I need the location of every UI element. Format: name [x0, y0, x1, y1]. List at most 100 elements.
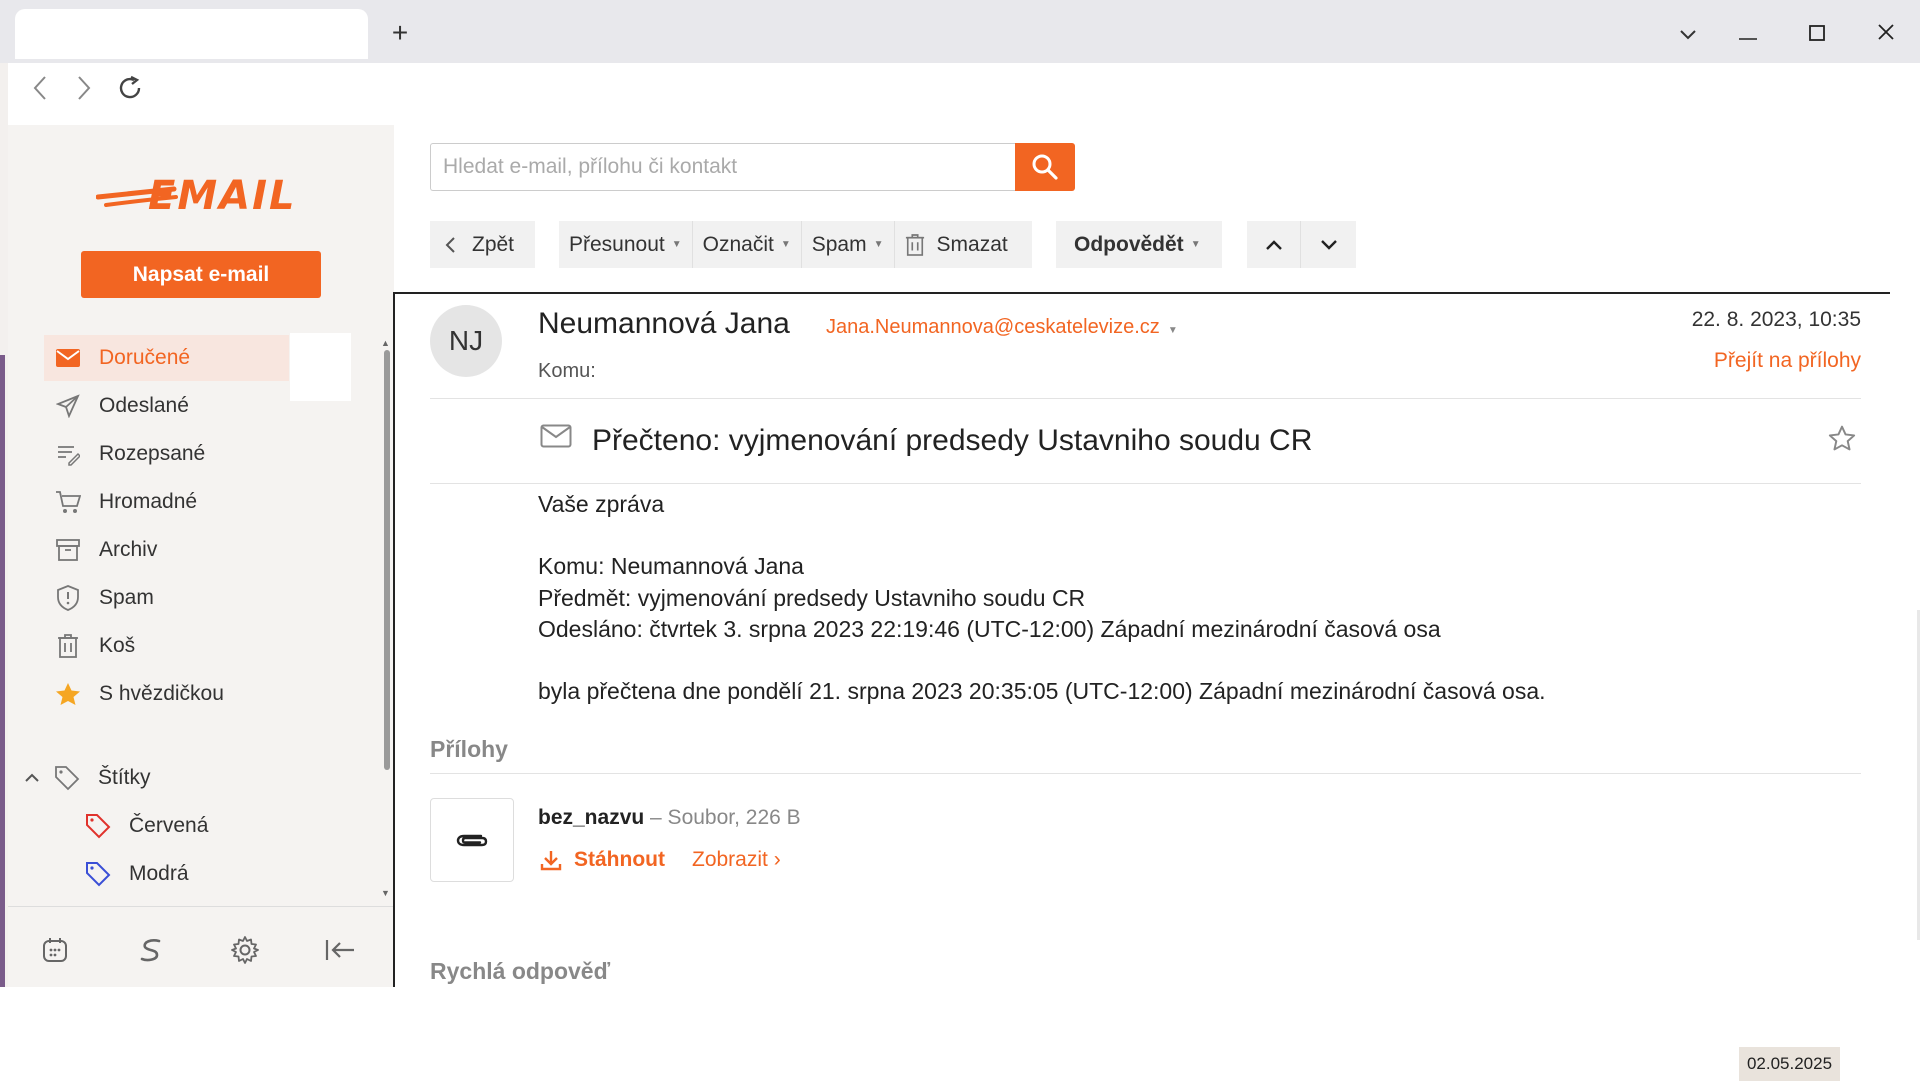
reply-group: Odpovědět ▼	[1056, 221, 1222, 268]
attachment-info: bez_nazvu – Soubor, 226 B	[538, 806, 801, 830]
sidebar-item-label: Hromadné	[99, 490, 198, 513]
tag-item-red[interactable]: Červená	[74, 803, 319, 849]
attachment-meta: – Soubor, 226 B	[650, 806, 801, 829]
tag-icon	[52, 763, 82, 793]
sidebar-item-starred[interactable]: S hvězdičkou	[44, 671, 289, 717]
compose-button[interactable]: Napsat e-mail	[81, 251, 321, 298]
sidebar-item-inbox[interactable]: Doručené	[44, 335, 289, 381]
sidebar-item-trash[interactable]: Koš	[44, 623, 289, 669]
sender-email[interactable]: Jana.Neumannova@ceskatelevize.cz ▼	[826, 316, 1178, 339]
body-line: Odesláno: čtvrtek 3. srpna 2023 22:19:46…	[538, 616, 1441, 642]
toolbar-back-group: Zpět	[430, 221, 535, 268]
calendar-icon[interactable]	[35, 930, 75, 970]
tags-label: Štítky	[98, 766, 151, 789]
body-line: Vaše zpráva	[538, 491, 665, 517]
attachments-heading: Přílohy	[430, 736, 508, 762]
view-attachment-link[interactable]: Zobrazit ›	[692, 848, 781, 872]
attachment-name: bez_nazvu	[538, 806, 645, 829]
send-icon	[53, 391, 83, 421]
tag-item-blue[interactable]: Modrá	[74, 851, 319, 897]
star-icon	[53, 679, 83, 709]
drafts-icon	[53, 439, 83, 469]
gear-icon[interactable]	[225, 930, 265, 970]
trash-icon	[905, 233, 924, 256]
sidebar-overlay-box	[290, 333, 351, 401]
reply-button[interactable]: Odpovědět ▼	[1056, 221, 1211, 268]
mark-button[interactable]: Označit ▼	[693, 221, 802, 268]
sidebar-item-drafts[interactable]: Rozepsané	[44, 431, 289, 477]
svg-text:EMAIL: EMAIL	[148, 173, 296, 219]
new-tab-button[interactable]: +	[386, 14, 414, 52]
paperclip-icon	[456, 834, 488, 847]
message-subject: Přečteno: vyjmenování predsedy Ustavniho…	[592, 424, 1313, 457]
sidebar-item-label: Archiv	[99, 538, 158, 561]
attachment-thumbnail[interactable]	[430, 798, 514, 882]
sidebar-item-bulk[interactable]: Hromadné	[44, 479, 289, 525]
sidebar-item-label: Doručené	[99, 346, 191, 369]
sidebar-item-label: Rozepsané	[99, 442, 206, 465]
caret-down-icon: ▼	[1190, 239, 1201, 250]
sidebar-item-archive[interactable]: Archiv	[44, 527, 289, 573]
sms-service-icon[interactable]	[131, 930, 171, 970]
reload-icon[interactable]	[112, 74, 148, 110]
inbox-icon	[53, 343, 83, 373]
sidebar-item-label: S hvězdičkou	[99, 682, 224, 705]
sidebar-item-sent[interactable]: Odeslané	[44, 383, 289, 429]
tag-blue-icon	[83, 859, 113, 889]
delete-button[interactable]: Smazat	[895, 221, 1018, 268]
forward-arrow-icon[interactable]	[66, 74, 102, 110]
collapse-sidebar-icon[interactable]	[320, 930, 360, 970]
taskbar-date: 02.05.2025	[1739, 1047, 1840, 1081]
tag-label: Červená	[129, 814, 209, 837]
sidebar-item-spam[interactable]: Spam	[44, 575, 289, 621]
sidebar-divider	[8, 906, 394, 907]
minimize-button[interactable]	[1728, 14, 1768, 54]
back-button[interactable]: Zpět	[430, 221, 524, 268]
chevron-up-icon[interactable]	[24, 773, 44, 783]
body-line: Předmět: vyjmenování predsedy Ustavniho …	[538, 585, 1086, 611]
sidebar-scrollbar[interactable]	[384, 350, 390, 770]
caret-down-icon: ▼	[1167, 325, 1178, 336]
sidebar-scroll-up-icon[interactable]: ▲	[381, 338, 390, 348]
move-button[interactable]: Přesunout ▼	[559, 221, 693, 268]
search-input[interactable]	[430, 143, 1016, 191]
back-arrow-icon[interactable]	[22, 74, 58, 110]
goto-attachments-link[interactable]: Přejít na přílohy	[1714, 349, 1861, 373]
star-outline-icon[interactable]	[1828, 424, 1856, 457]
download-button[interactable]: Stáhnout	[540, 848, 665, 872]
shield-icon	[53, 583, 83, 613]
recipient-label: Komu:	[538, 360, 596, 382]
archive-icon	[53, 535, 83, 565]
quick-reply-heading: Rychlá odpověď	[430, 958, 611, 984]
desktop-background-strip	[0, 355, 5, 987]
sidebar-item-label: Odeslané	[99, 394, 189, 417]
spam-button[interactable]: Spam ▼	[802, 221, 895, 268]
sidebar-item-label: Spam	[99, 586, 154, 609]
email-logo[interactable]: EMAIL	[95, 165, 306, 225]
cart-icon	[53, 487, 83, 517]
attachments-divider	[430, 773, 1861, 774]
caret-down-icon: ▼	[671, 239, 682, 250]
maximize-button[interactable]	[1797, 14, 1837, 54]
close-window-button[interactable]	[1866, 14, 1906, 54]
browser-navbar	[8, 63, 1920, 123]
tag-label: Modrá	[129, 862, 189, 885]
toolbar-actions-group: Přesunout ▼ Označit ▼ Spam ▼ Smazat	[559, 221, 1032, 268]
body-line: byla přečtena dne pondělí 21. srpna 2023…	[538, 678, 1546, 704]
sidebar-item-label: Koš	[99, 634, 136, 657]
message-date: 22. 8. 2023, 10:35	[1691, 308, 1861, 331]
download-icon	[540, 851, 562, 871]
avatar: NJ	[430, 305, 502, 377]
previous-message-button[interactable]	[1247, 221, 1301, 268]
chevron-up-icon	[1265, 239, 1282, 250]
search-button[interactable]	[1015, 143, 1075, 191]
tab-list-chevron-icon[interactable]	[1668, 14, 1708, 54]
envelope-icon	[540, 424, 572, 453]
trash-icon	[53, 631, 83, 661]
next-message-button[interactable]	[1301, 221, 1356, 268]
browser-tab[interactable]	[15, 9, 368, 59]
sender-name: Neumannová Jana	[538, 307, 790, 340]
nav-arrows-group	[1247, 221, 1356, 268]
tags-section-header[interactable]: Štítky	[24, 755, 269, 801]
sidebar-scroll-down-icon[interactable]: ▼	[381, 888, 390, 898]
